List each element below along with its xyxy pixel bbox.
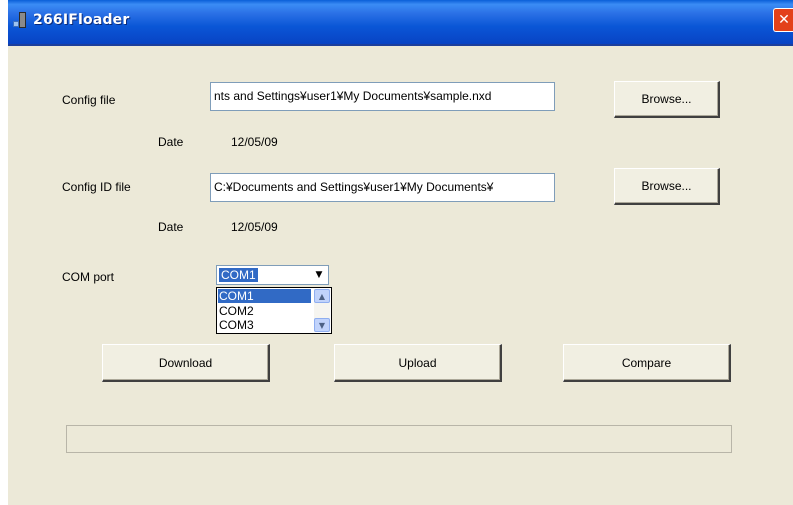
chevron-down-icon[interactable]: ▼: [311, 267, 327, 283]
scroll-down-icon[interactable]: ▼: [314, 318, 330, 332]
title-bar[interactable]: 266IFloader ✕: [8, 0, 793, 46]
com-port-selected-value: COM1: [218, 267, 259, 283]
com-port-option[interactable]: COM3: [218, 318, 311, 332]
close-button[interactable]: ✕: [773, 8, 793, 32]
config-file-input[interactable]: nts and Settings¥user1¥My Documents¥samp…: [210, 82, 555, 111]
config-id-file-label: Config ID file: [62, 180, 131, 194]
com-port-label: COM port: [62, 270, 115, 284]
config-file-browse-button[interactable]: Browse...: [614, 81, 720, 118]
download-button[interactable]: Download: [102, 344, 270, 382]
config-id-date-value: 12/05/09: [231, 220, 278, 234]
config-id-date-label: Date: [158, 220, 184, 234]
progress-bar: [66, 425, 732, 453]
dropdown-scrollbar[interactable]: ▲ ▼: [314, 289, 330, 332]
com-port-dropdown-list[interactable]: COM1 COM2 COM3 ▲ ▼: [216, 287, 332, 334]
com-port-option[interactable]: COM1: [218, 289, 311, 303]
app-icon: [13, 12, 26, 28]
com-port-option[interactable]: COM2: [218, 304, 311, 318]
com-port-select[interactable]: COM1 ▼: [216, 265, 329, 285]
compare-button[interactable]: Compare: [563, 344, 731, 382]
upload-button[interactable]: Upload: [334, 344, 502, 382]
config-date-value: 12/05/09: [231, 135, 278, 149]
app-window: 266IFloader ✕ Config file nts and Settin…: [8, 0, 793, 505]
scroll-up-icon[interactable]: ▲: [314, 289, 330, 303]
config-file-label: Config file: [62, 93, 116, 107]
config-id-file-input[interactable]: C:¥Documents and Settings¥user1¥My Docum…: [210, 173, 555, 202]
window-title: 266IFloader: [33, 12, 130, 28]
config-id-file-browse-button[interactable]: Browse...: [614, 168, 720, 205]
close-icon: ✕: [778, 12, 790, 28]
config-date-label: Date: [158, 135, 184, 149]
